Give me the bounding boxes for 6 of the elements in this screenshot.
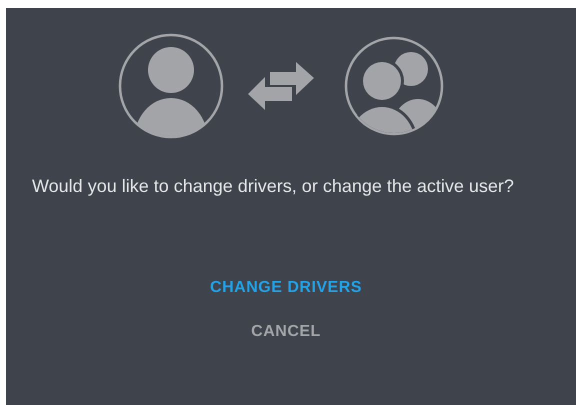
- user-icon: [118, 33, 224, 139]
- dialog-message: Would you like to change drivers, or change the active user?: [32, 175, 515, 198]
- change-drivers-button[interactable]: CHANGE DRIVERS: [206, 277, 366, 299]
- swap-arrows-icon: [248, 60, 314, 112]
- cancel-button[interactable]: CANCEL: [247, 321, 325, 343]
- users-group-icon: [344, 36, 444, 136]
